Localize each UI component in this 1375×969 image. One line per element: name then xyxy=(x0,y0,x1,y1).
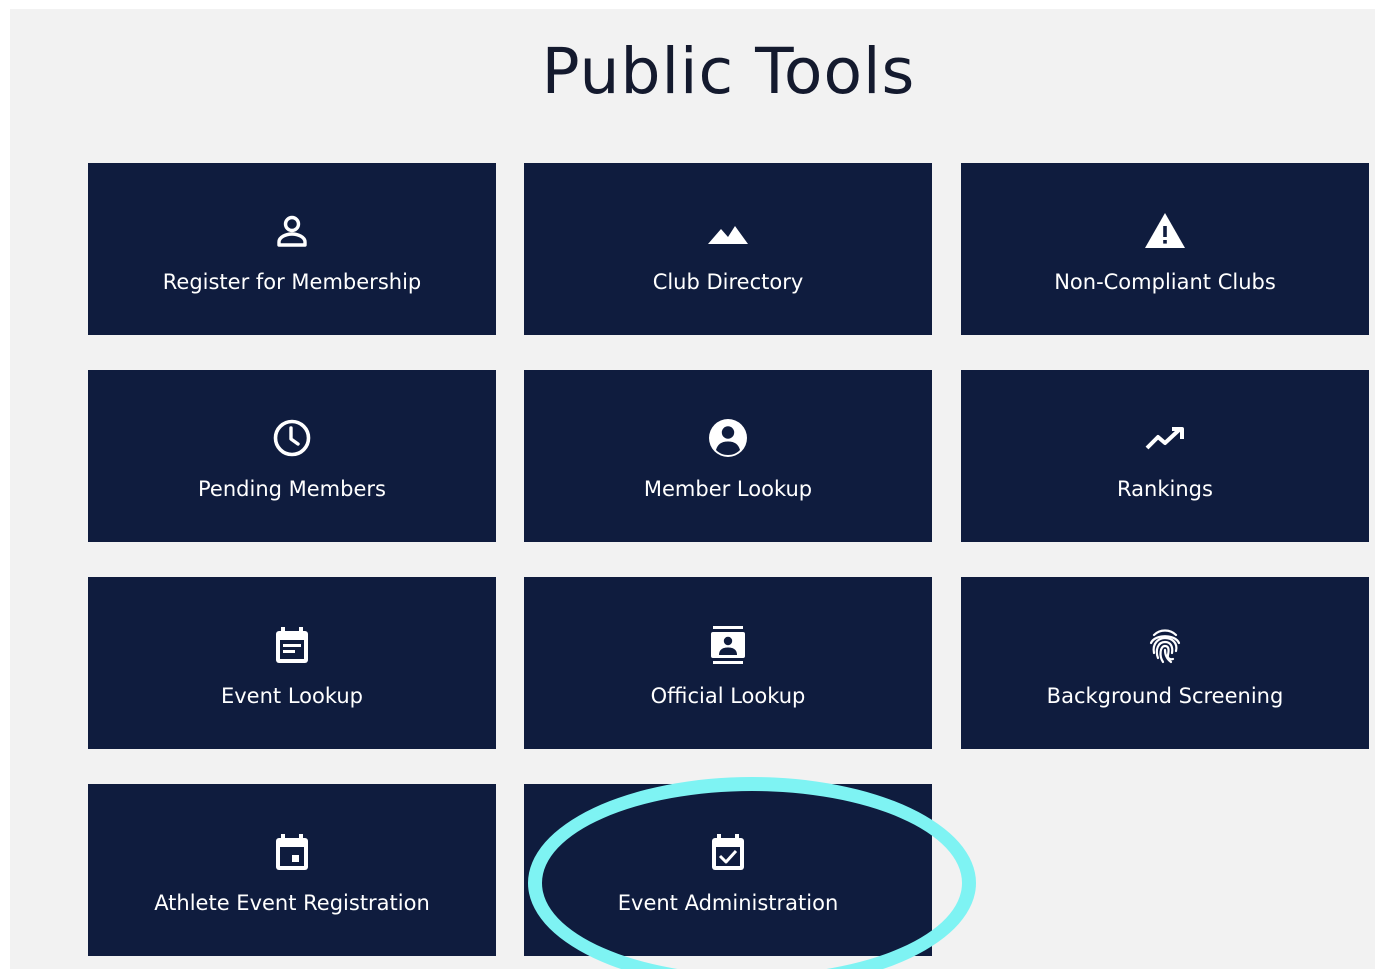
non-compliant-clubs-tile[interactable]: Non-Compliant Clubs xyxy=(961,163,1369,335)
tile-label: Club Directory xyxy=(652,270,804,294)
clock-icon xyxy=(88,418,496,458)
event-administration-tile[interactable]: Event Administration xyxy=(524,784,932,956)
person-outline-icon xyxy=(88,211,496,251)
tile-label: Event Lookup xyxy=(220,684,364,708)
background-screening-tile[interactable]: Background Screening xyxy=(961,577,1369,749)
account-circle-icon xyxy=(524,418,932,458)
athlete-event-registration-tile[interactable]: Athlete Event Registration xyxy=(88,784,496,956)
rankings-tile[interactable]: Rankings xyxy=(961,370,1369,542)
tile-label: Event Administration xyxy=(617,891,839,915)
tile-label: Non-Compliant Clubs xyxy=(1054,270,1276,294)
official-lookup-tile[interactable]: Official Lookup xyxy=(524,577,932,749)
event-lookup-tile[interactable]: Event Lookup xyxy=(88,577,496,749)
page-title: Public Tools xyxy=(541,35,916,108)
club-directory-tile[interactable]: Club Directory xyxy=(524,163,932,335)
public-tools-page: Public Tools Register for Membership Clu… xyxy=(10,9,1375,969)
landscape-icon xyxy=(524,211,932,251)
calendar-notes-icon xyxy=(88,625,496,665)
contact-badge-icon xyxy=(524,625,932,665)
register-for-membership-tile[interactable]: Register for Membership xyxy=(88,163,496,335)
tile-label: Rankings xyxy=(1117,477,1213,501)
member-lookup-tile[interactable]: Member Lookup xyxy=(524,370,932,542)
tile-label: Official Lookup xyxy=(650,684,806,708)
tile-label: Member Lookup xyxy=(643,477,813,501)
warning-icon xyxy=(961,211,1369,251)
trending-up-icon xyxy=(961,418,1369,458)
tile-label: Register for Membership xyxy=(162,270,422,294)
calendar-check-icon xyxy=(524,832,932,872)
tile-label: Pending Members xyxy=(198,477,386,501)
tile-label: Athlete Event Registration xyxy=(154,891,430,915)
tile-label: Background Screening xyxy=(1046,684,1284,708)
pending-members-tile[interactable]: Pending Members xyxy=(88,370,496,542)
calendar-event-icon xyxy=(88,832,496,872)
fingerprint-icon xyxy=(961,625,1369,665)
